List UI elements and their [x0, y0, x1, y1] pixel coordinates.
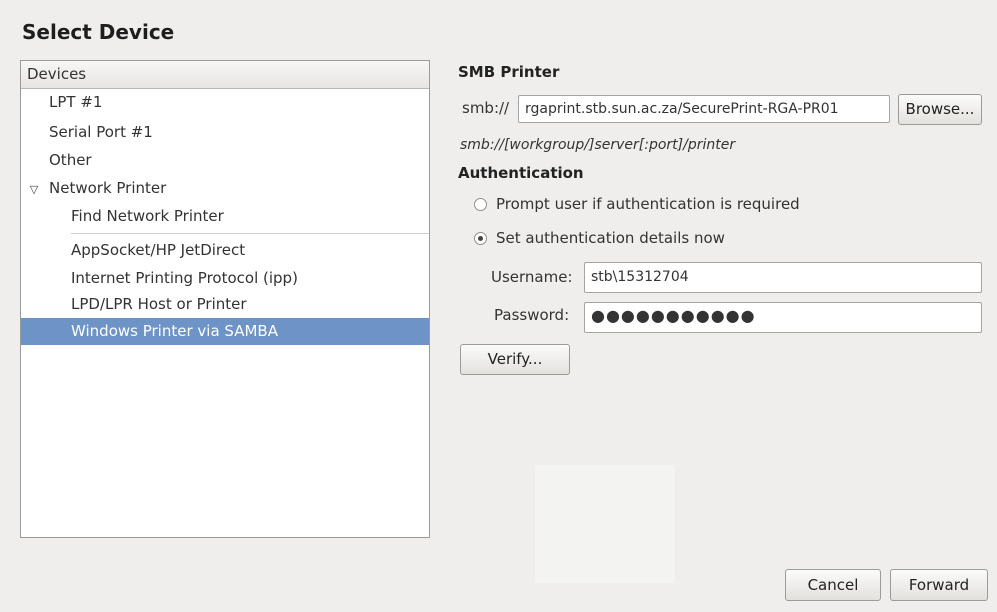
device-item-lpd-lpr[interactable]: LPD/LPR Host or Printer [21, 291, 429, 318]
device-item-windows-samba[interactable]: Windows Printer via SAMBA [21, 318, 429, 345]
list-separator [71, 233, 429, 234]
radio-set-details-now-label[interactable]: Set authentication details now [496, 229, 725, 247]
device-item-find-network-printer[interactable]: Find Network Printer [21, 203, 429, 230]
device-item-label: Internet Printing Protocol (ipp) [71, 269, 298, 287]
browse-button[interactable]: Browse... [898, 94, 982, 125]
devices-column-header[interactable]: Devices [21, 61, 429, 89]
smb-printer-heading: SMB Printer [458, 63, 560, 81]
device-item-label: Network Printer [49, 179, 167, 197]
dialog-title: Select Device [22, 20, 175, 44]
background-panel [535, 465, 675, 583]
device-item-other[interactable]: Other [21, 147, 429, 174]
device-item-label: LPT #1 [49, 93, 103, 111]
device-item-label: AppSocket/HP JetDirect [71, 241, 246, 259]
smb-uri-hint: smb://[workgroup/]server[:port]/printer [460, 137, 736, 153]
device-item-label: Serial Port #1 [49, 123, 153, 141]
device-item-label: Find Network Printer [71, 207, 224, 225]
device-item-network-printer[interactable]: ▽ Network Printer [21, 175, 429, 202]
devices-tree[interactable]: Devices LPT #1 Serial Port #1 Other ▽ Net… [20, 60, 430, 538]
device-item-serial-port[interactable]: Serial Port #1 [21, 119, 429, 146]
password-label: Password: [494, 306, 570, 324]
device-item-label: Windows Printer via SAMBA [71, 322, 278, 340]
device-item-appsocket[interactable]: AppSocket/HP JetDirect [21, 237, 429, 264]
radio-prompt-user-label[interactable]: Prompt user if authentication is require… [496, 195, 800, 213]
device-item-label: Other [49, 151, 92, 169]
device-item-lpt1[interactable]: LPT #1 [21, 89, 429, 116]
forward-button[interactable]: Forward [890, 569, 988, 601]
authentication-heading: Authentication [458, 164, 584, 182]
radio-prompt-user[interactable] [474, 198, 487, 211]
smb-uri-input[interactable]: rgaprint.stb.sun.ac.za/SecurePrint-RGA-P… [518, 95, 890, 123]
device-item-label: LPD/LPR Host or Printer [71, 295, 247, 313]
radio-set-details-now[interactable] [474, 232, 487, 245]
verify-button[interactable]: Verify... [460, 344, 570, 375]
username-input[interactable]: stb\15312704 [584, 262, 982, 293]
username-label: Username: [491, 268, 573, 286]
cancel-button[interactable]: Cancel [785, 569, 881, 601]
device-item-ipp[interactable]: Internet Printing Protocol (ipp) [21, 265, 429, 292]
password-input[interactable]: ●●●●●●●●●●● [584, 302, 982, 333]
smb-prefix-label: smb:// [462, 99, 510, 117]
expander-triangle-icon[interactable]: ▽ [23, 176, 45, 203]
